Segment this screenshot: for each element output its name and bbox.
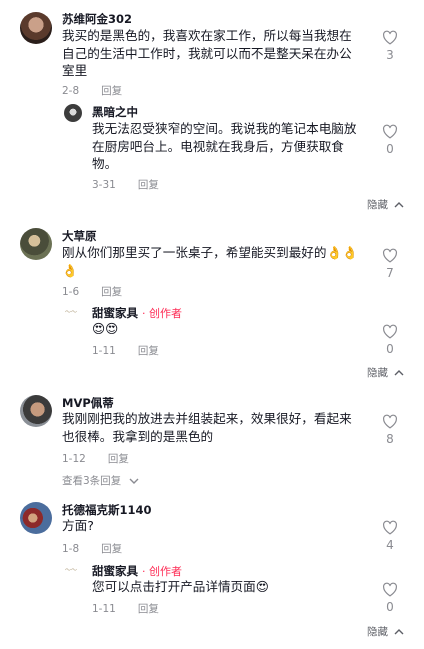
reply-username[interactable]: 甜蜜家具 · 创作者 bbox=[92, 563, 182, 579]
like-button[interactable]: 7 bbox=[378, 248, 402, 280]
comment-date: 1-8 bbox=[62, 543, 80, 555]
author-badge: · 创作者 bbox=[142, 307, 182, 320]
view-replies-label: 查看3条回复 bbox=[62, 475, 122, 487]
view-replies-button[interactable]: 查看3条回复 bbox=[62, 473, 139, 488]
comment-meta: 1-8 回复 bbox=[62, 541, 122, 556]
like-button[interactable]: 8 bbox=[378, 414, 402, 446]
like-count: 0 bbox=[386, 342, 394, 356]
comment-meta: 1-6 回复 bbox=[62, 284, 122, 299]
like-count: 0 bbox=[386, 600, 394, 614]
like-count: 4 bbox=[386, 538, 394, 552]
reply-button[interactable]: 回复 bbox=[138, 179, 159, 191]
hide-replies-button[interactable]: 隐藏 bbox=[367, 197, 404, 212]
comment-username[interactable]: 托德福克斯1140 bbox=[62, 502, 152, 518]
chevron-down-icon bbox=[129, 478, 139, 484]
reply-date: 1-11 bbox=[92, 603, 116, 615]
avatar[interactable] bbox=[64, 104, 82, 122]
comment-text: 刚从你们那里买了一张桌子，希望能买到最好的👌👌👌 bbox=[62, 245, 358, 278]
avatar[interactable] bbox=[20, 502, 52, 534]
reply-button[interactable]: 回复 bbox=[108, 453, 129, 465]
hide-label: 隐藏 bbox=[367, 199, 388, 211]
heart-outline-icon bbox=[383, 30, 397, 45]
comment-username[interactable]: MVP佩蒂 bbox=[62, 395, 114, 411]
like-button[interactable]: 3 bbox=[378, 30, 402, 62]
comment-text: 我买的是黑色的，我喜欢在家工作，所以每当我想在自己的生活中工作时，我就可以而不是… bbox=[62, 28, 352, 78]
hide-replies-button[interactable]: 隐藏 bbox=[367, 624, 404, 639]
comment-username[interactable]: 苏维阿金302 bbox=[62, 11, 132, 27]
reply-date: 3-31 bbox=[92, 179, 116, 191]
hide-label: 隐藏 bbox=[367, 626, 388, 638]
chevron-up-icon bbox=[394, 629, 404, 635]
heart-outline-icon bbox=[383, 248, 397, 263]
like-count: 3 bbox=[386, 48, 394, 62]
brand-logo-icon: 〜〜 bbox=[64, 567, 77, 574]
reply-date: 1-11 bbox=[92, 345, 116, 357]
like-count: 8 bbox=[386, 432, 394, 446]
reply-username[interactable]: 黑暗之中 bbox=[92, 104, 138, 120]
chevron-up-icon bbox=[394, 202, 404, 208]
reply-button[interactable]: 回复 bbox=[101, 543, 122, 555]
reply-button[interactable]: 回复 bbox=[138, 603, 159, 615]
heart-outline-icon bbox=[383, 124, 397, 139]
like-count: 0 bbox=[386, 142, 394, 156]
reply-meta: 1-11 回复 bbox=[92, 601, 159, 616]
reply-text: 您可以点击打开产品详情页面😍 bbox=[92, 579, 269, 594]
reply-button[interactable]: 回复 bbox=[138, 345, 159, 357]
author-badge: · 创作者 bbox=[142, 565, 182, 578]
reply-user: 甜蜜家具 bbox=[92, 564, 138, 578]
chevron-up-icon bbox=[394, 370, 404, 376]
hide-replies-button[interactable]: 隐藏 bbox=[367, 365, 404, 380]
avatar[interactable]: 〜〜 bbox=[62, 566, 80, 584]
reply-text: 😍😍 bbox=[92, 321, 119, 336]
reply-username[interactable]: 甜蜜家具 · 创作者 bbox=[92, 305, 182, 321]
comment-date: 1-12 bbox=[62, 453, 86, 465]
comment-username[interactable]: 大草原 bbox=[62, 228, 97, 244]
avatar[interactable] bbox=[20, 395, 52, 427]
reply-text: 我无法忍受狭窄的空间。我说我的笔记本电脑放在厨房吧台上。电视就在我身后，方便获取… bbox=[92, 121, 357, 171]
comment-meta: 1-12 回复 bbox=[62, 451, 129, 466]
comment-date: 1-6 bbox=[62, 286, 80, 298]
heart-outline-icon bbox=[383, 414, 397, 429]
brand-logo-icon: 〜〜 bbox=[64, 309, 77, 316]
comment-meta: 2-8 回复 bbox=[62, 83, 122, 98]
comment-date: 2-8 bbox=[62, 85, 80, 97]
avatar[interactable] bbox=[20, 228, 52, 260]
reply-button[interactable]: 回复 bbox=[101, 286, 122, 298]
like-count: 7 bbox=[386, 266, 394, 280]
reply-user: 甜蜜家具 bbox=[92, 306, 138, 320]
reply-button[interactable]: 回复 bbox=[101, 85, 122, 97]
like-button[interactable]: 0 bbox=[378, 582, 402, 614]
heart-outline-icon bbox=[383, 582, 397, 597]
comment-text: 我刚刚把我的放进去并组装起来，效果很好，看起来也很棒。我拿到的是黑色的 bbox=[62, 411, 352, 444]
avatar[interactable]: 〜〜 bbox=[62, 308, 80, 326]
reply-meta: 1-11 回复 bbox=[92, 343, 159, 358]
hide-label: 隐藏 bbox=[367, 367, 388, 379]
reply-meta: 3-31 回复 bbox=[92, 177, 159, 192]
like-button[interactable]: 0 bbox=[378, 324, 402, 356]
avatar[interactable] bbox=[20, 12, 52, 44]
like-button[interactable]: 4 bbox=[378, 520, 402, 552]
heart-outline-icon bbox=[383, 324, 397, 339]
like-button[interactable]: 0 bbox=[378, 124, 402, 156]
comment-text: 方面? bbox=[62, 518, 94, 533]
heart-outline-icon bbox=[383, 520, 397, 535]
